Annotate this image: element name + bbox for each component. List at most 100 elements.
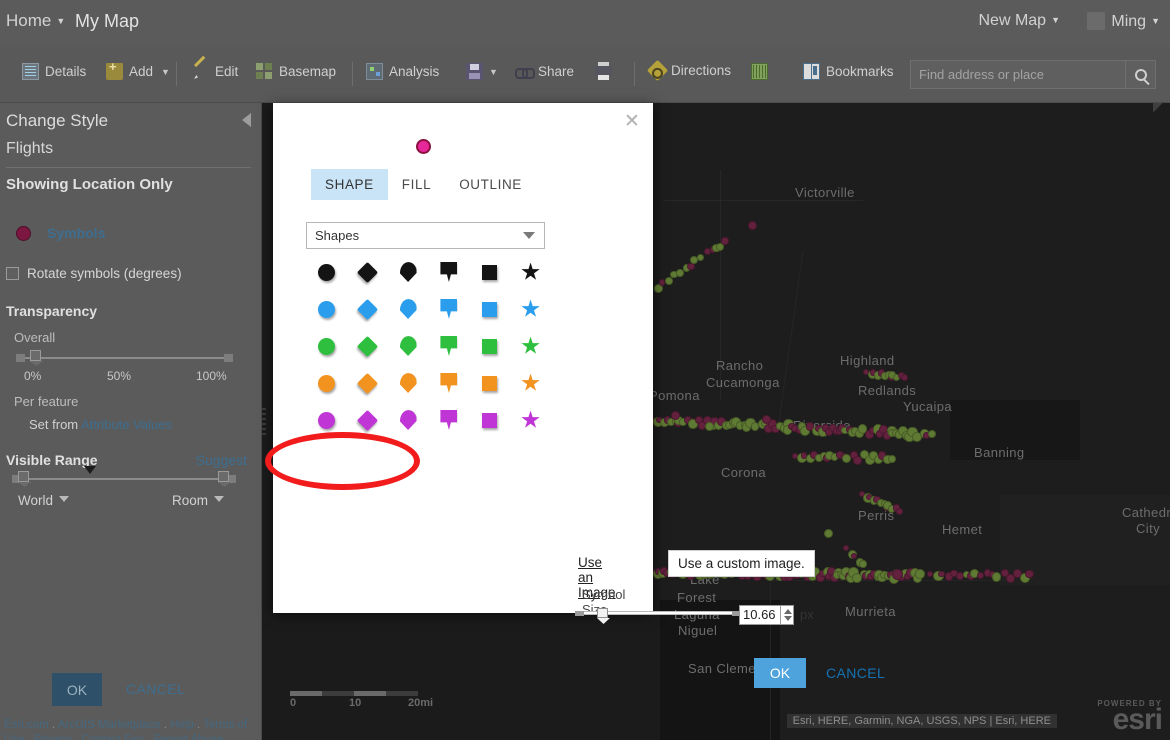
map-feature-dot[interactable] xyxy=(992,572,1002,582)
dialog-cancel-button[interactable]: CANCEL xyxy=(826,665,885,681)
tab-outline[interactable]: OUTLINE xyxy=(445,169,536,200)
range-min-dropdown[interactable]: World xyxy=(18,493,70,508)
map-feature-dot[interactable] xyxy=(843,545,849,551)
shape-swatch[interactable] xyxy=(510,335,551,357)
new-map-menu[interactable]: New Map ▼ xyxy=(979,12,1061,30)
shape-swatch[interactable] xyxy=(347,335,388,357)
panel-cancel-button[interactable]: CANCEL xyxy=(126,681,185,697)
footer-link[interactable]: Contact Esri xyxy=(81,734,144,740)
map-feature-dot[interactable] xyxy=(716,243,724,251)
map-feature-dot[interactable] xyxy=(747,220,757,230)
map-feature-dot[interactable] xyxy=(927,571,933,577)
range-max-dropdown[interactable]: Room xyxy=(172,493,225,508)
map-feature-dot[interactable] xyxy=(891,568,903,580)
suggest-link[interactable]: Suggest xyxy=(196,452,247,468)
shape-swatch[interactable] xyxy=(428,409,469,431)
shape-swatch[interactable] xyxy=(469,261,510,283)
shape-swatch[interactable] xyxy=(469,409,510,431)
slider-handle[interactable] xyxy=(30,350,41,361)
toolbar-bookmarks-button[interactable]: Bookmarks xyxy=(803,63,894,80)
symbol-size-slider[interactable] xyxy=(575,608,741,618)
rotate-symbols-checkbox[interactable] xyxy=(6,267,19,280)
stepper-down-icon[interactable] xyxy=(784,616,792,621)
toolbar-basemap-button[interactable]: Basemap xyxy=(256,63,336,80)
symbols-link[interactable]: Symbols xyxy=(47,225,105,241)
tab-shape[interactable]: SHAPE xyxy=(311,169,388,200)
symbols-row[interactable]: Symbols xyxy=(16,225,105,241)
map-feature-dot[interactable] xyxy=(915,568,926,579)
map-feature-dot[interactable] xyxy=(895,507,903,515)
shape-swatch[interactable] xyxy=(388,372,429,394)
shape-swatch[interactable] xyxy=(306,409,347,431)
visible-range-slider[interactable] xyxy=(12,471,236,483)
footer-link[interactable]: Esri.com xyxy=(4,719,49,731)
toolbar-add-button[interactable]: Add ▼ xyxy=(106,59,170,80)
slider-handle[interactable] xyxy=(597,608,608,618)
map-feature-dot[interactable] xyxy=(761,414,771,424)
shape-swatch[interactable] xyxy=(428,298,469,320)
shape-swatch[interactable] xyxy=(306,261,347,283)
shape-swatch[interactable] xyxy=(469,298,510,320)
search-button[interactable] xyxy=(1125,61,1155,88)
map-feature-dot[interactable] xyxy=(1024,569,1034,579)
shape-swatch[interactable] xyxy=(510,261,551,283)
toolbar-details-button[interactable]: Details xyxy=(22,63,86,80)
shape-swatch[interactable] xyxy=(388,261,429,283)
shape-swatch[interactable] xyxy=(347,261,388,283)
shape-swatch[interactable] xyxy=(306,372,347,394)
map-feature-dot[interactable] xyxy=(859,560,867,568)
toolbar-directions-button[interactable]: Directions xyxy=(646,59,731,82)
map-feature-dot[interactable] xyxy=(823,528,833,538)
collapse-panel-icon[interactable] xyxy=(242,113,251,127)
map-feature-dot[interactable] xyxy=(901,373,908,381)
panel-resize-handle[interactable] xyxy=(262,408,266,436)
shape-swatch[interactable] xyxy=(347,409,388,431)
shape-swatch[interactable] xyxy=(469,372,510,394)
toolbar-print-button[interactable] xyxy=(595,62,612,80)
shape-swatch[interactable] xyxy=(428,335,469,357)
shape-swatch[interactable] xyxy=(306,335,347,357)
toolbar-edit-button[interactable]: Edit xyxy=(192,63,238,80)
toolbar-analysis-button[interactable]: Analysis xyxy=(366,63,439,80)
symbol-size-input[interactable]: 10.66 xyxy=(739,605,781,625)
footer-link[interactable]: ArcGIS Marketplace xyxy=(58,719,161,731)
map-feature-dot[interactable] xyxy=(704,421,714,431)
tab-fill[interactable]: FILL xyxy=(388,169,445,200)
stepper-up-icon[interactable] xyxy=(784,609,792,614)
shape-swatch[interactable] xyxy=(510,372,551,394)
close-icon[interactable]: ✕ xyxy=(621,111,643,133)
user-menu[interactable]: Ming ▼ xyxy=(1087,12,1160,31)
map-feature-dot[interactable] xyxy=(938,570,945,578)
dialog-ok-button[interactable]: OK xyxy=(754,658,806,688)
shape-swatch[interactable] xyxy=(388,409,429,431)
shape-swatch[interactable] xyxy=(510,409,551,431)
shape-swatch[interactable] xyxy=(306,298,347,320)
shape-swatch[interactable] xyxy=(388,298,429,320)
rotate-symbols-row[interactable]: Rotate symbols (degrees) xyxy=(6,266,182,281)
shape-swatch[interactable] xyxy=(428,372,469,394)
shape-swatch[interactable] xyxy=(428,261,469,283)
footer-link[interactable]: Report Abuse xyxy=(154,734,224,740)
toolbar-save-button[interactable]: ▼ xyxy=(466,63,498,80)
shape-swatch-grid[interactable] xyxy=(306,261,551,431)
map-feature-dot[interactable] xyxy=(670,410,680,420)
search-input[interactable] xyxy=(911,61,1125,88)
attribute-values-link[interactable]: Attribute Values xyxy=(81,417,172,432)
search-box[interactable] xyxy=(910,60,1156,89)
footer-link[interactable]: Privacy xyxy=(34,734,72,740)
footer-links[interactable]: Esri.com . ArcGIS Marketplace . Help . T… xyxy=(4,718,254,740)
panel-ok-button[interactable]: OK xyxy=(52,673,102,706)
shape-swatch[interactable] xyxy=(347,298,388,320)
toolbar-measure-button[interactable] xyxy=(751,63,768,80)
map-feature-dot[interactable] xyxy=(887,454,896,464)
range-handle-max[interactable] xyxy=(218,471,229,482)
shape-swatch[interactable] xyxy=(388,335,429,357)
footer-link[interactable]: Help xyxy=(170,719,194,731)
shape-swatch[interactable] xyxy=(347,372,388,394)
toolbar-share-button[interactable]: Share xyxy=(515,63,574,80)
overall-transparency-slider[interactable] xyxy=(16,350,233,362)
shape-category-select[interactable]: Shapes xyxy=(306,222,545,249)
shape-swatch[interactable] xyxy=(469,335,510,357)
home-menu[interactable]: Home ▼ xyxy=(6,11,65,31)
range-handle-min[interactable] xyxy=(18,471,29,482)
